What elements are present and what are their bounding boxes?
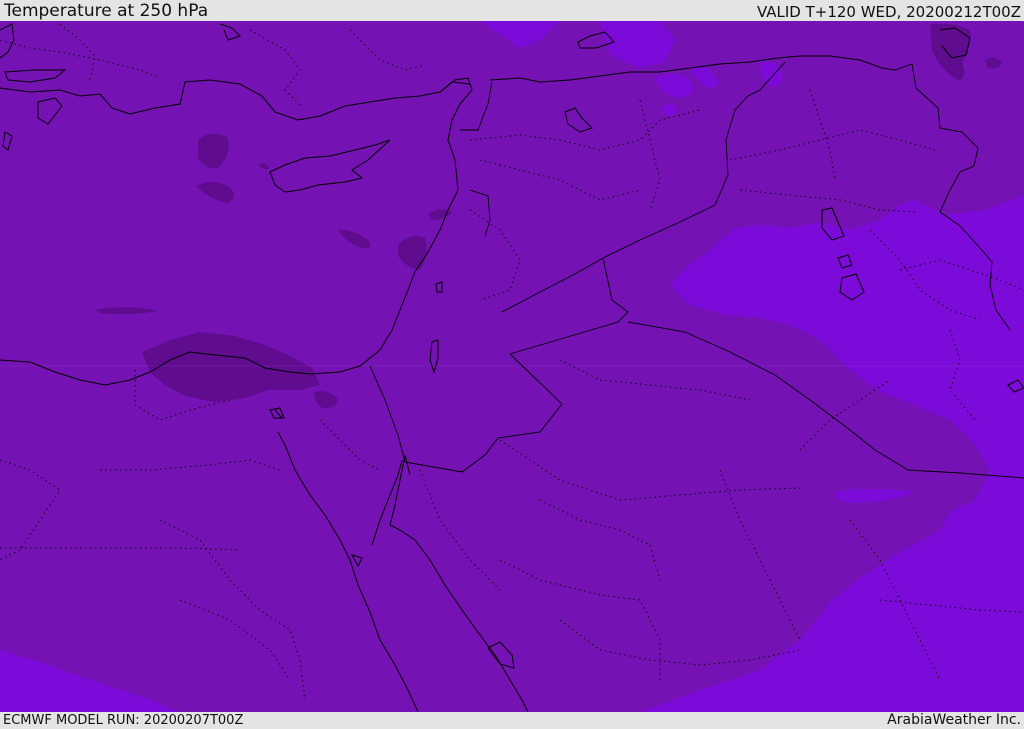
valid-time-label: VALID T+120 WED, 20200212T00Z [756, 3, 1021, 21]
model-run-label: ECMWF MODEL RUN: 20200207T00Z [3, 713, 244, 728]
temperature-map[interactable]: #warm-group path { fill: #7c0ad9; } #col… [0, 21, 1024, 712]
credit-label: ArabiaWeather Inc. [887, 712, 1021, 728]
footer-bar: ECMWF MODEL RUN: 20200207T00Z ArabiaWeat… [0, 712, 1024, 729]
header-bar: Temperature at 250 hPa VALID T+120 WED, … [0, 0, 1024, 21]
map-title: Temperature at 250 hPa [4, 1, 209, 21]
